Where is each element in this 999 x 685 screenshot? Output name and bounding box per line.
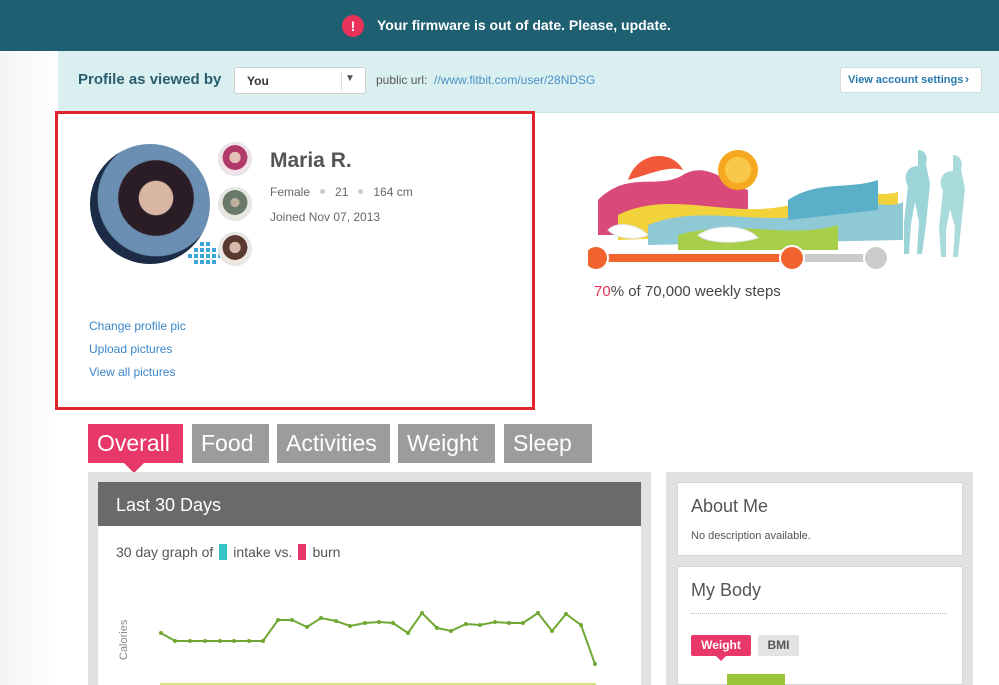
photo-thumbnail[interactable]	[218, 187, 252, 221]
profile-height: 164 cm	[373, 185, 413, 199]
about-me-description: No description available.	[691, 530, 811, 542]
profile-facts: Female 21 164 cm	[270, 185, 413, 199]
public-url-label: public url:	[376, 73, 428, 87]
steps-percent: 70	[594, 283, 611, 300]
public-url-link[interactable]: //www.fitbit.com/user/28NDSG	[434, 73, 595, 87]
profile-age: 21	[335, 185, 349, 199]
account-settings-button[interactable]: View account settings ›	[840, 67, 982, 93]
dotted-divider	[691, 613, 947, 614]
weight-toggle-pointer	[716, 656, 726, 661]
select-divider	[341, 72, 342, 90]
firmware-message: Your firmware is out of date. Please, up…	[377, 17, 671, 33]
separator-dot	[320, 189, 326, 195]
view-all-pictures-link[interactable]: View all pictures	[89, 365, 175, 379]
calories-chart	[159, 611, 597, 685]
viewer-select[interactable]: You ▼	[234, 67, 366, 94]
caret-down-icon: ▼	[345, 73, 355, 84]
firmware-banner: ! Your firmware is out of date. Please, …	[0, 0, 999, 51]
profile-view-bar: Profile as viewed by You ▼ public url: /…	[58, 51, 999, 113]
bmi-toggle[interactable]: BMI	[758, 635, 799, 656]
my-body-title: My Body	[691, 580, 762, 600]
weekly-steps-text: 70% of 70,000 weekly steps	[594, 283, 781, 300]
upload-pictures-link[interactable]: Upload pictures	[89, 342, 172, 356]
left-gutter	[0, 51, 58, 685]
change-profile-pic-link[interactable]: Change profile pic	[89, 319, 186, 333]
alert-icon: !	[342, 15, 364, 37]
tab-sleep[interactable]: Sleep	[504, 424, 592, 463]
weight-chart-bar	[727, 674, 785, 685]
overview-card-header: Last 30 Days	[98, 482, 641, 526]
viewer-select-value: You	[247, 74, 269, 88]
about-me-card: About Me No description available.	[677, 482, 963, 556]
my-body-card: My Body Weight BMI	[677, 566, 963, 685]
photo-thumbnail[interactable]	[218, 232, 252, 266]
weekly-steps-illustration	[588, 150, 965, 270]
graph-caption: 30 day graph of intake vs. burn	[116, 544, 340, 560]
profile-gender: Female	[270, 185, 311, 199]
caption-prefix: 30 day graph of	[116, 544, 214, 560]
calories-axis-label: Calories	[118, 619, 130, 660]
tab-activities[interactable]: Activities	[277, 424, 390, 463]
burn-swatch	[298, 544, 307, 560]
photo-thumbnail[interactable]	[218, 142, 252, 176]
weight-toggle[interactable]: Weight	[691, 635, 751, 656]
profile-card: Maria R. Female 21 164 cm Joined Nov 07, 2…	[55, 111, 535, 410]
steps-suffix: % of 70,000 weekly steps	[610, 283, 781, 300]
intake-label: intake vs.	[233, 544, 293, 560]
burn-points	[159, 611, 597, 666]
tab-overall[interactable]: Overall	[88, 424, 183, 463]
separator-dot	[358, 189, 364, 195]
burn-label: burn	[312, 544, 341, 560]
profile-view-label: Profile as viewed by	[78, 71, 222, 88]
overview-title: Last 30 Days	[116, 495, 222, 515]
chevron-right-icon: ›	[965, 72, 969, 86]
tab-weight[interactable]: Weight	[398, 424, 495, 463]
tab-food[interactable]: Food	[192, 424, 269, 463]
account-settings-label: View account settings	[848, 74, 964, 86]
about-me-title: About Me	[691, 496, 769, 516]
profile-joined: Joined Nov 07, 2013	[270, 210, 381, 224]
intake-swatch	[219, 544, 228, 560]
profile-name: Maria R.	[270, 149, 352, 172]
